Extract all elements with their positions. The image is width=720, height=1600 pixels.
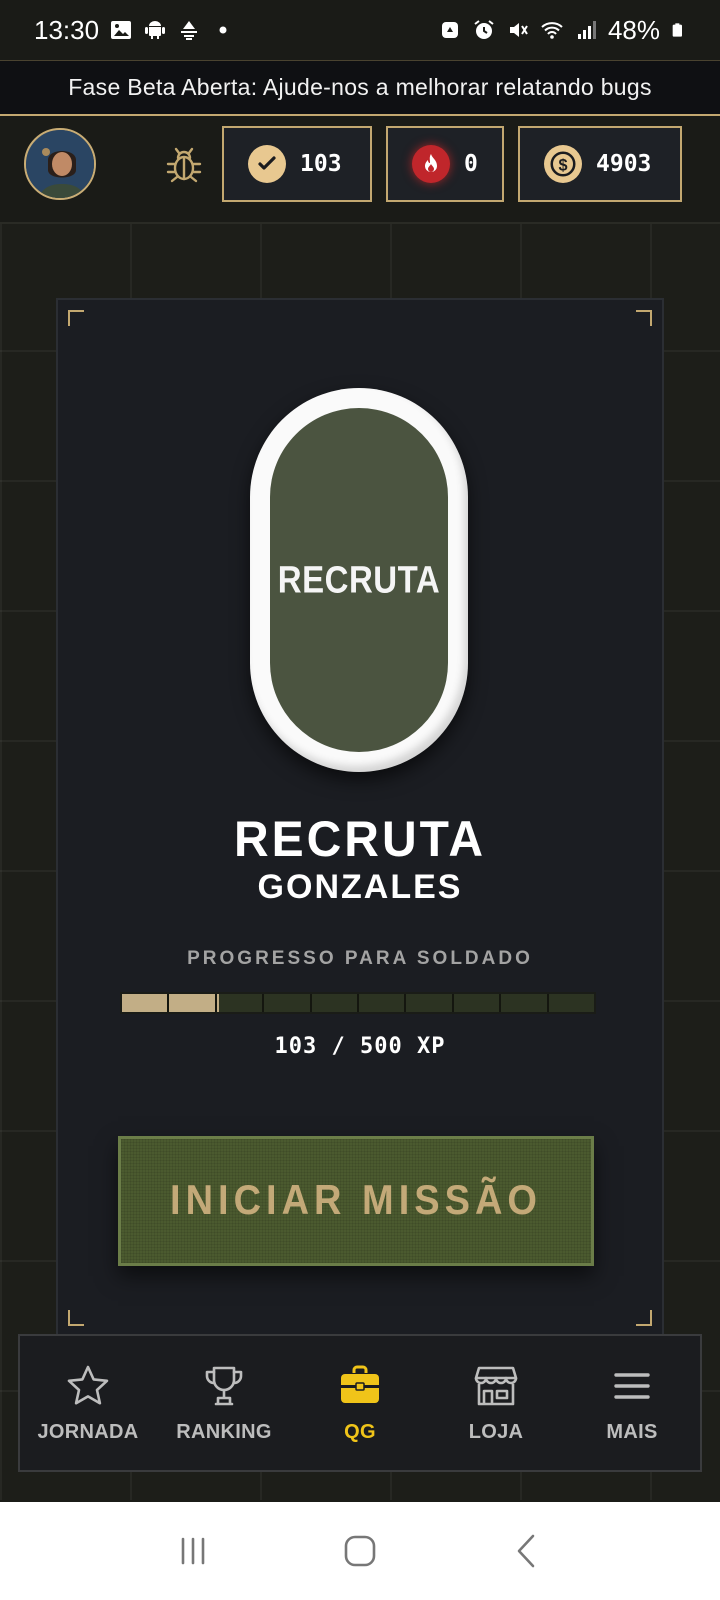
bug-icon[interactable] — [164, 144, 204, 184]
battery-icon — [672, 23, 682, 37]
cast-icon — [181, 21, 198, 40]
player-name: GONZALES — [257, 868, 463, 906]
status-time: 13:30 — [34, 14, 100, 45]
corner-decoration — [636, 1310, 652, 1326]
briefcase-icon — [341, 1365, 379, 1403]
progress-segment — [406, 994, 454, 1012]
trophy-icon — [205, 1366, 243, 1405]
mute-icon — [509, 23, 528, 37]
rank-badge: RECRUTA — [250, 388, 468, 772]
progress-segment — [549, 994, 594, 1012]
status-bar: 13:30 48% — [0, 0, 720, 60]
avatar[interactable] — [24, 128, 96, 200]
android-icon — [145, 21, 166, 39]
progress-label: PROGRESSO PARA SOLDADO — [187, 948, 533, 969]
corner-decoration — [68, 1310, 84, 1326]
notification-dot-icon — [219, 26, 227, 34]
progress-segment — [264, 994, 312, 1012]
check-icon — [248, 145, 286, 183]
missions-count: 103 — [300, 151, 342, 177]
beta-banner[interactable]: Fase Beta Aberta: Ajude-nos a melhorar r… — [0, 60, 720, 116]
svg-text:$: $ — [558, 156, 567, 174]
beta-banner-text: Fase Beta Aberta: Ajude-nos a melhorar r… — [68, 74, 652, 100]
nav-label: JORNADA — [37, 1420, 139, 1443]
progress-segment — [501, 994, 549, 1012]
recent-apps-icon[interactable] — [173, 1531, 213, 1571]
missions-stat[interactable]: 103 — [222, 126, 372, 202]
streak-stat[interactable]: 0 — [386, 126, 504, 202]
corner-decoration — [68, 310, 84, 326]
nav-item-jornada[interactable]: JORNADA — [20, 1336, 156, 1470]
avatar-portrait-icon — [26, 130, 94, 198]
nav-item-mais[interactable]: MAIS — [564, 1336, 700, 1470]
xp-text: 103 / 500 XP — [274, 1034, 446, 1059]
start-mission-label: INICIAR MISSÃO — [170, 1177, 542, 1224]
rank-badge-label: RECRUTA — [277, 558, 441, 601]
progress-segment — [169, 994, 217, 1012]
progress-segment — [454, 994, 502, 1012]
bottom-nav: JORNADA RANKING QG LOJA MAIS — [18, 1334, 702, 1472]
store-icon — [474, 1366, 518, 1405]
rank-badge-inner: RECRUTA — [270, 408, 448, 752]
battery-percent: 48% — [607, 14, 660, 45]
corner-decoration — [636, 310, 652, 326]
status-bar-right: 48% — [438, 15, 686, 46]
nav-label: QG — [344, 1420, 376, 1443]
progress-segment — [359, 994, 407, 1012]
streak-count: 0 — [464, 151, 478, 177]
status-bar-left: 13:30 — [34, 15, 235, 46]
start-mission-button[interactable]: INICIAR MISSÃO — [118, 1136, 594, 1266]
menu-icon — [614, 1372, 650, 1399]
dollar-coin-icon: $ — [544, 145, 582, 183]
progress-segment — [312, 994, 360, 1012]
rank-card: RECRUTA RECRUTA GONZALES PROGRESSO PARA … — [56, 298, 664, 1338]
xp-progress-bar — [120, 992, 596, 1014]
back-icon[interactable] — [507, 1531, 547, 1571]
progress-segment — [217, 994, 265, 1012]
coins-count: 4903 — [596, 151, 652, 177]
flame-icon — [412, 145, 450, 183]
nav-label: LOJA — [468, 1420, 524, 1443]
nav-label: RANKING — [176, 1420, 272, 1443]
star-icon — [67, 1365, 109, 1404]
top-header: 103 0 $ 4903 — [0, 116, 720, 224]
nav-item-ranking[interactable]: RANKING — [156, 1336, 292, 1470]
gallery-icon — [111, 21, 132, 39]
alarm-icon — [474, 20, 494, 39]
nav-item-qg[interactable]: QG — [292, 1336, 428, 1470]
home-icon[interactable] — [340, 1531, 380, 1571]
signal-icon — [577, 21, 596, 39]
progress-segment — [122, 994, 170, 1012]
wifi-icon — [541, 22, 563, 39]
rank-title: RECRUTA — [233, 811, 487, 868]
nav-item-loja[interactable]: LOJA — [428, 1336, 564, 1470]
recycle-icon — [441, 22, 458, 38]
nav-label: MAIS — [606, 1420, 658, 1443]
system-navigation-bar — [0, 1502, 720, 1600]
coins-stat[interactable]: $ 4903 — [518, 126, 682, 202]
